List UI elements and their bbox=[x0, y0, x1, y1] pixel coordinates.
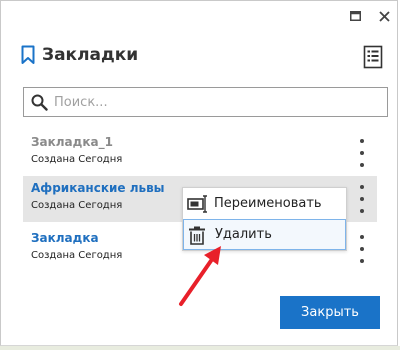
rename-icon bbox=[187, 195, 207, 213]
annotation-arrow-icon bbox=[179, 246, 221, 306]
bookmark-subtitle: Создана Сегодня bbox=[31, 154, 123, 165]
bookmark-item[interactable]: Закладка_1 Создана Сегодня bbox=[23, 130, 377, 176]
bookmark-subtitle: Создана Сегодня bbox=[31, 250, 123, 261]
bookmark-list-button[interactable] bbox=[363, 45, 383, 69]
search-icon bbox=[31, 94, 48, 111]
bookmark-title: Закладка_1 bbox=[31, 135, 113, 149]
close-window-button[interactable] bbox=[375, 7, 393, 25]
bookmark-subtitle: Создана Сегодня bbox=[31, 200, 123, 211]
more-options-icon[interactable] bbox=[357, 139, 367, 167]
more-options-icon[interactable] bbox=[357, 185, 367, 213]
maximize-icon bbox=[349, 11, 361, 21]
bookmarks-window: Закладки Закладка_1 Создана Сегодня Афри… bbox=[0, 0, 398, 346]
bookmark-title: Африканские львы bbox=[31, 181, 165, 195]
menu-item-rename[interactable]: Переименовать bbox=[183, 189, 346, 220]
menu-item-label: Переименовать bbox=[214, 196, 322, 211]
close-icon bbox=[378, 10, 390, 22]
maximize-button[interactable] bbox=[346, 7, 364, 25]
panel-header: Закладки bbox=[21, 45, 138, 65]
panel-title: Закладки bbox=[42, 45, 139, 65]
more-options-icon[interactable] bbox=[357, 235, 367, 263]
document-list-icon bbox=[363, 45, 383, 69]
close-button[interactable]: Закрыть bbox=[280, 296, 380, 329]
search-box[interactable] bbox=[23, 87, 388, 117]
bookmark-title: Закладка bbox=[31, 231, 99, 245]
search-input[interactable] bbox=[54, 91, 379, 113]
bottom-strip bbox=[0, 346, 400, 350]
menu-item-label: Удалить bbox=[215, 227, 272, 242]
bookmark-icon bbox=[21, 45, 35, 64]
